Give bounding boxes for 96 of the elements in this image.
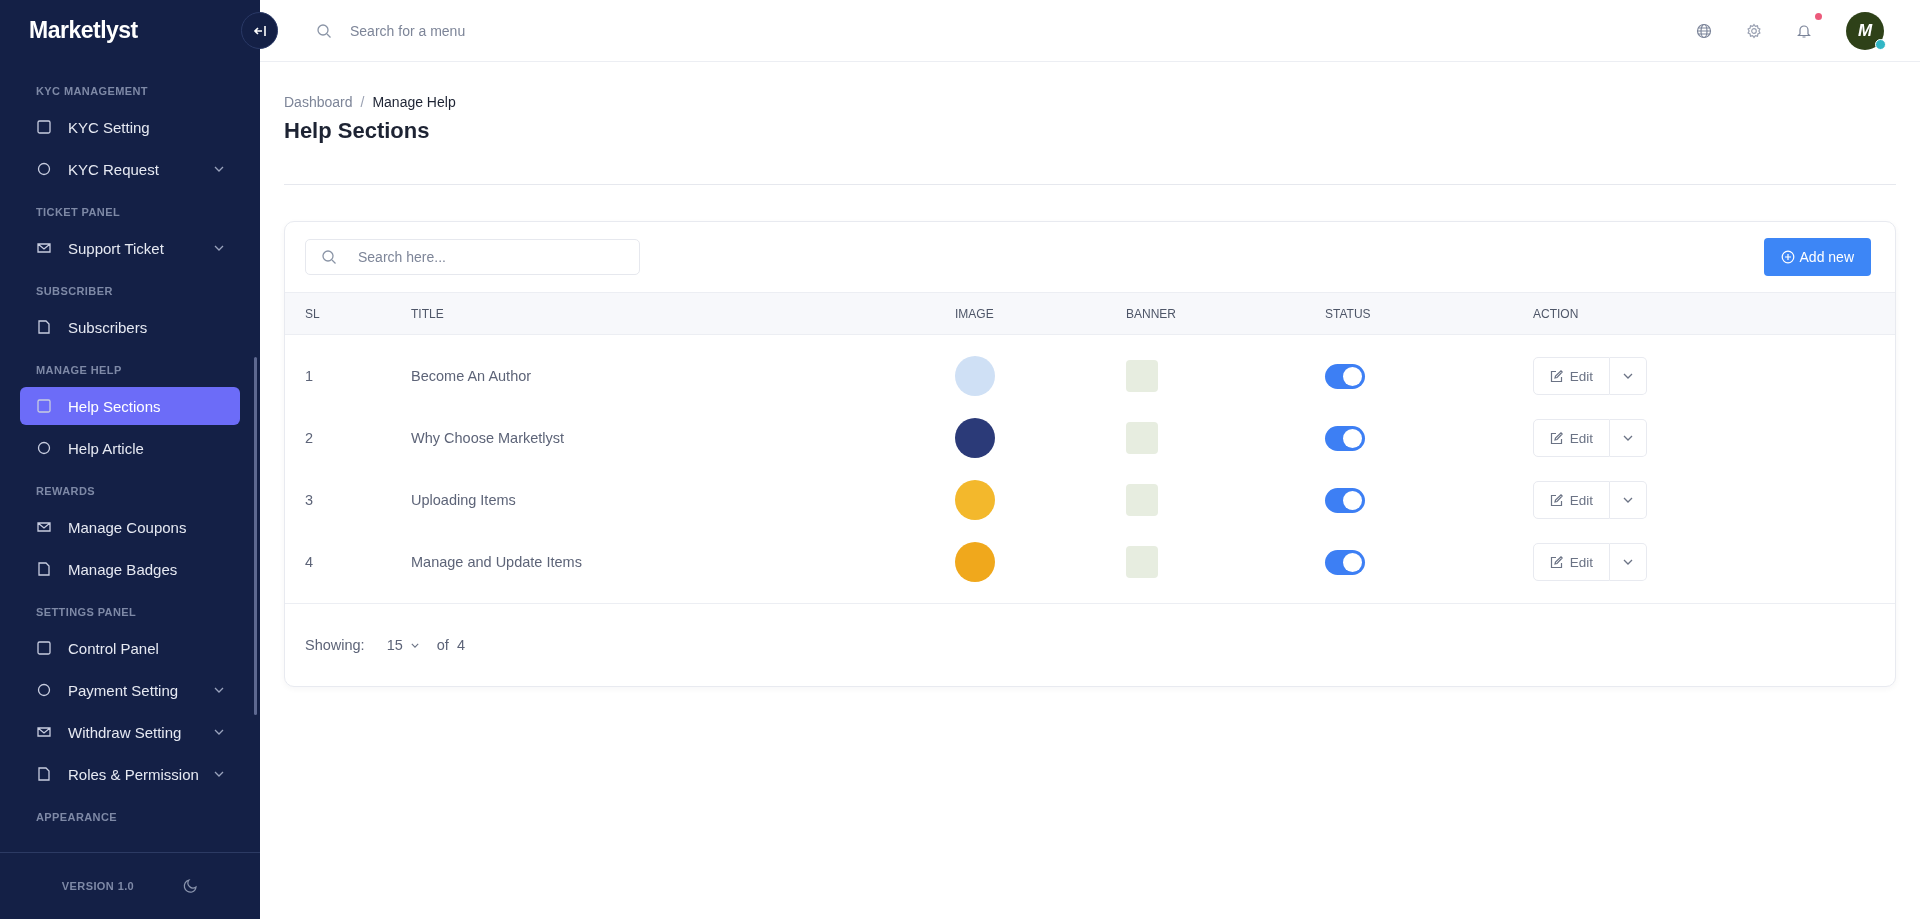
column-header: TITLE <box>411 306 445 321</box>
banner-thumbnail <box>1126 360 1158 392</box>
status-toggle[interactable] <box>1325 425 1365 451</box>
edit-button[interactable]: Edit <box>1533 357 1610 395</box>
section-label: TICKET PANEL <box>35 205 122 220</box>
table-cell-text: Why Choose Marketlyst <box>411 430 566 446</box>
sidebar-item[interactable]: Control Panel <box>20 629 240 667</box>
sidebar-item[interactable]: Support Ticket <box>20 229 240 267</box>
banner-thumbnail <box>1126 546 1158 578</box>
edit-button[interactable]: Edit <box>1533 481 1610 519</box>
table-cell-text: 2 <box>305 430 315 446</box>
showing-label: Showing: <box>305 637 365 653</box>
menu-icon <box>36 640 52 656</box>
menu-icon <box>36 561 52 577</box>
settings-icon[interactable] <box>1746 22 1762 39</box>
collapse-arrow-icon <box>252 23 267 38</box>
menu-icon <box>36 240 52 256</box>
menu-icon <box>36 161 52 177</box>
edit-icon <box>1549 431 1563 445</box>
search-icon <box>321 249 337 265</box>
scrollbar-thumb[interactable] <box>254 357 257 715</box>
collapse-sidebar-button[interactable] <box>241 12 278 49</box>
column-header: ACTION <box>1533 306 1580 321</box>
notification-dot <box>1815 12 1822 20</box>
image-thumbnail <box>955 480 995 520</box>
section-label: APPEARANCE <box>35 810 118 825</box>
breadcrumb-current: Manage Help <box>372 94 456 110</box>
sidebar-item[interactable]: KYC Setting <box>20 108 240 146</box>
column-header: SL <box>305 306 321 321</box>
sidebar-item[interactable]: Payment Setting <box>20 671 240 709</box>
brand-logo[interactable]: Marketlyst <box>29 17 138 44</box>
sidebar-item[interactable]: Help Sections <box>20 387 240 425</box>
section-label: MANAGE HELP <box>35 363 123 378</box>
add-new-button[interactable]: Add new <box>1763 238 1871 276</box>
status-toggle[interactable] <box>1325 549 1365 575</box>
banner-thumbnail <box>1126 484 1158 516</box>
table-cell-text: Become An Author <box>411 368 533 384</box>
menu-icon <box>36 440 52 456</box>
moon-icon[interactable] <box>182 878 199 894</box>
menu-icon <box>36 766 52 782</box>
user-avatar[interactable]: M <box>1846 11 1884 50</box>
chevron-down-icon <box>410 642 419 648</box>
menu-icon <box>36 319 52 335</box>
of-label: of <box>436 637 449 653</box>
page-title: Help Sections <box>284 118 431 144</box>
chevron-down-icon <box>1623 435 1633 441</box>
status-toggle[interactable] <box>1325 363 1365 389</box>
image-thumbnail <box>955 418 995 458</box>
menu-icon <box>36 682 52 698</box>
edit-button[interactable]: Edit <box>1533 419 1610 457</box>
edit-icon <box>1549 493 1563 507</box>
sidebar-item[interactable]: KYC Request <box>20 150 240 188</box>
per-page-select[interactable]: 15 <box>386 637 419 653</box>
column-header: IMAGE <box>955 306 995 321</box>
total-count: 4 <box>456 637 465 653</box>
menu-icon <box>36 398 52 414</box>
section-label: SETTINGS PANEL <box>35 605 138 620</box>
chevron-down-icon <box>1623 497 1633 503</box>
table-search-field[interactable]: Search here... <box>305 239 640 275</box>
image-thumbnail <box>955 356 995 396</box>
version-label: VERSION 1.0 <box>61 880 135 892</box>
online-indicator <box>1875 38 1886 50</box>
search-icon <box>316 22 332 39</box>
menu-icon <box>36 119 52 135</box>
status-toggle[interactable] <box>1325 487 1365 513</box>
breadcrumb-separator: / <box>360 94 365 110</box>
table-cell-text: Uploading Items <box>411 492 517 508</box>
banner-thumbnail <box>1126 422 1158 454</box>
image-thumbnail <box>955 542 995 582</box>
chevron-down-icon <box>1623 559 1633 565</box>
sidebar-item[interactable]: Manage Badges <box>20 550 240 588</box>
breadcrumb-link[interactable]: Dashboard <box>284 94 353 110</box>
column-header: STATUS <box>1325 306 1372 321</box>
section-label: KYC MANAGEMENT <box>35 84 149 99</box>
sidebar-item[interactable]: Subscribers <box>20 308 240 346</box>
sidebar-item[interactable]: Withdraw Setting <box>20 713 240 751</box>
menu-icon <box>36 724 52 740</box>
edit-icon <box>1549 369 1563 383</box>
table-cell-text: Manage and Update Items <box>411 554 583 570</box>
sidebar-item[interactable]: Manage Coupons <box>20 508 240 546</box>
edit-button[interactable]: Edit <box>1533 543 1610 581</box>
chevron-down-icon <box>1623 373 1633 379</box>
edit-icon <box>1549 555 1563 569</box>
globe-icon[interactable] <box>1696 22 1712 39</box>
plus-circle-icon <box>1780 250 1795 264</box>
menu-search-field[interactable]: Search for a menu <box>348 21 612 40</box>
section-label: REWARDS <box>35 484 97 499</box>
table-cell-text: 4 <box>305 554 315 570</box>
notification-bell-icon[interactable] <box>1796 22 1812 39</box>
sidebar-item[interactable]: Help Article <box>20 429 240 467</box>
table-cell-text: 1 <box>305 368 315 384</box>
section-label: SUBSCRIBER <box>35 284 114 299</box>
sidebar-item[interactable]: Roles & Permission <box>20 755 240 793</box>
table-cell-text: 3 <box>305 492 315 508</box>
column-header: BANNER <box>1126 306 1177 321</box>
menu-icon <box>36 519 52 535</box>
